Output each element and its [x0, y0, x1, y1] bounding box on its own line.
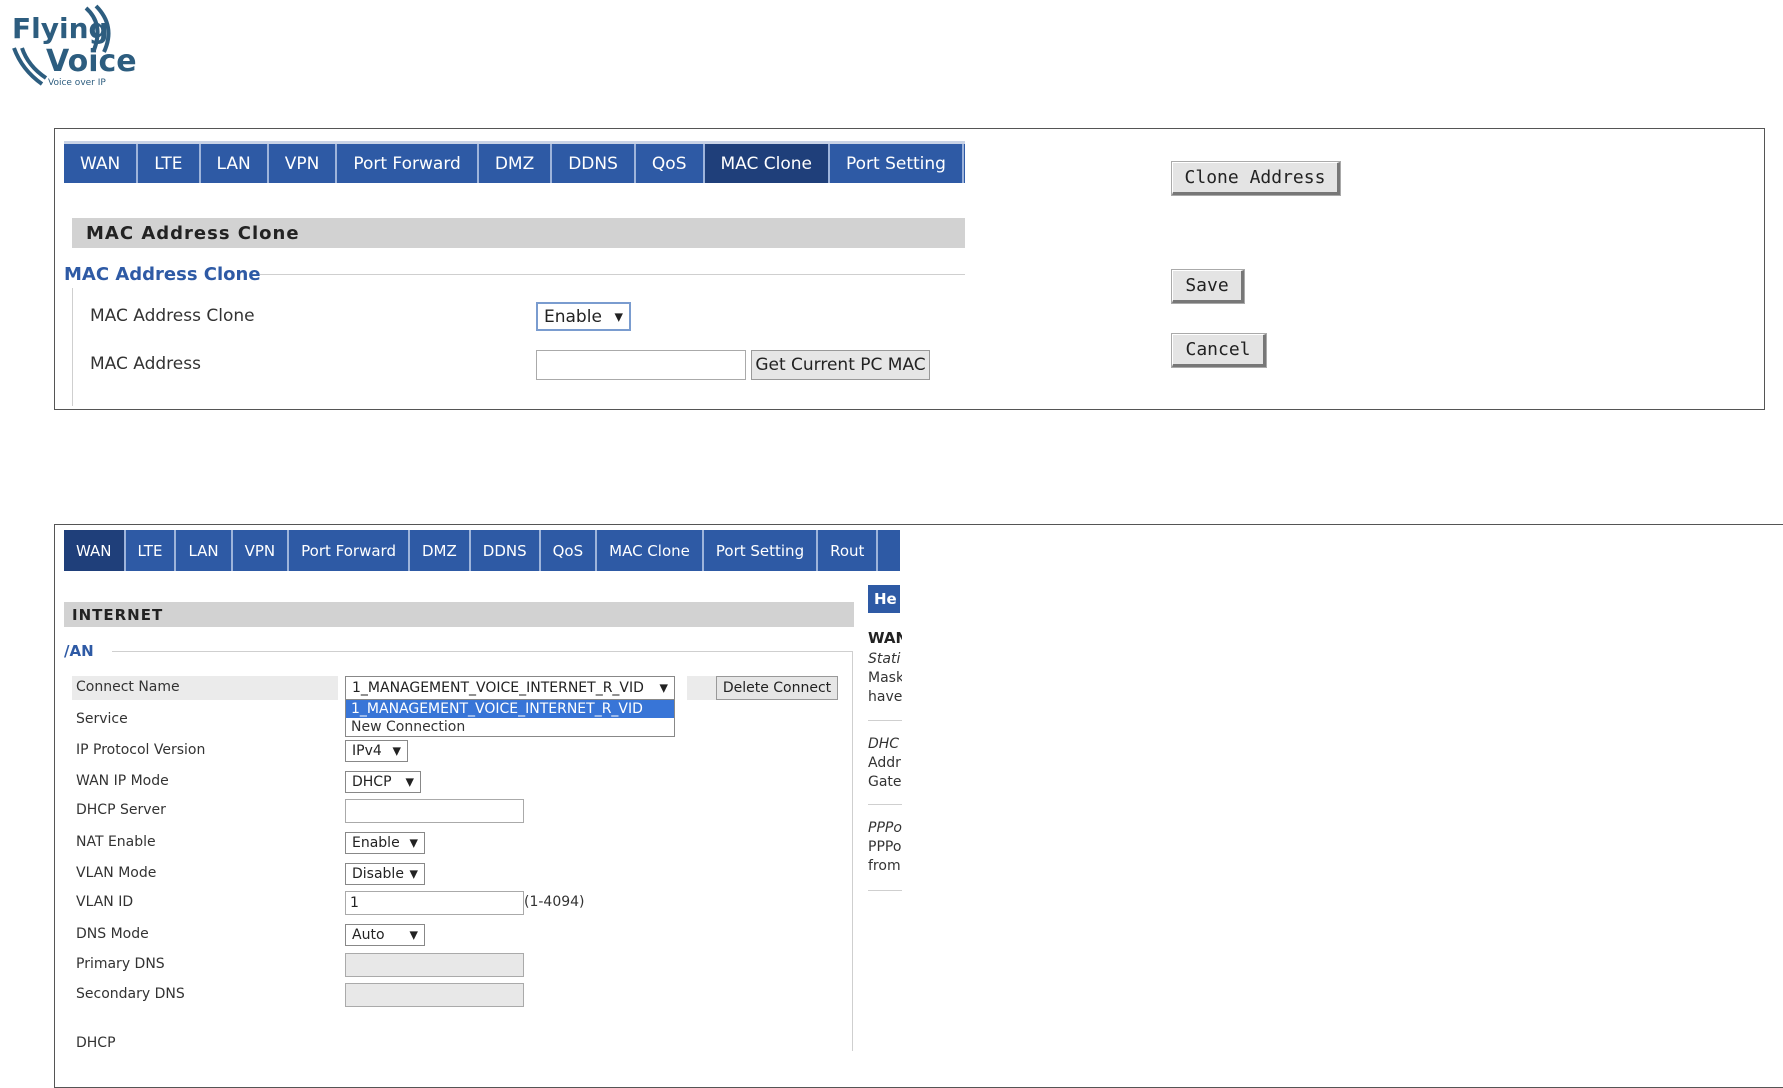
- vlan-mode-value: Disable: [352, 866, 404, 882]
- tab-port-forward[interactable]: Port Forward: [337, 144, 479, 183]
- wan-ip-mode-value: DHCP: [352, 774, 392, 790]
- help-header: He: [868, 585, 900, 613]
- vlan-id-input[interactable]: 1: [345, 891, 524, 915]
- fieldset-border: [72, 288, 73, 406]
- fieldset-divider: [112, 651, 852, 652]
- flying-voice-logo: Flying Voice Voice over IP: [8, 4, 137, 92]
- dhcp-server-label: DHCP Server: [76, 802, 166, 818]
- tab-ddns[interactable]: DDNS: [471, 530, 541, 571]
- mac-clone-select-value: Enable: [544, 306, 602, 327]
- wan-ip-mode-label: WAN IP Mode: [76, 773, 169, 789]
- primary-dns-label: Primary DNS: [76, 956, 165, 972]
- fieldset-right-border: [852, 651, 853, 1051]
- connect-name-select[interactable]: 1_MANAGEMENT_VOICE_INTERNET_R_VID ▼: [345, 676, 675, 700]
- tab-mac-clone[interactable]: MAC Clone: [704, 144, 830, 183]
- save-button[interactable]: Save: [1172, 270, 1244, 303]
- chevron-down-icon: ▼: [409, 867, 418, 881]
- dhcp-section-label: DHCP: [76, 1035, 116, 1051]
- tab-rout[interactable]: Rout: [818, 530, 879, 571]
- vlan-mode-select[interactable]: Disable ▼: [345, 863, 425, 885]
- help-divider: [868, 890, 902, 891]
- help-divider: [868, 720, 902, 721]
- chevron-down-icon: ▼: [409, 928, 418, 942]
- secondary-dns-input[interactable]: [345, 983, 524, 1007]
- help-heading: WAN: [868, 629, 902, 647]
- help-text-line: PPPo: [868, 820, 902, 836]
- dhcp-server-input[interactable]: [345, 799, 524, 823]
- delete-connect-button[interactable]: Delete Connect: [716, 676, 838, 700]
- tab-vpn[interactable]: VPN: [269, 144, 338, 183]
- tab-mac-clone[interactable]: MAC Clone: [597, 530, 704, 571]
- help-divider: [868, 804, 902, 805]
- help-text-line: Stati: [868, 651, 901, 667]
- clone-address-button[interactable]: Clone Address: [1172, 162, 1340, 195]
- help-text-line: Mask: [868, 670, 902, 686]
- tab-qos[interactable]: QoS: [541, 530, 598, 571]
- help-text-line: from: [868, 858, 901, 874]
- tab-lte[interactable]: LTE: [126, 530, 177, 571]
- logo-tagline: Voice over IP: [48, 78, 106, 88]
- mac-clone-label: MAC Address Clone: [90, 306, 255, 326]
- tab-lte[interactable]: LTE: [138, 144, 201, 183]
- logo-word-flying: Flying: [12, 12, 109, 45]
- secondary-dns-label: Secondary DNS: [76, 986, 185, 1002]
- tab-dmz[interactable]: DMZ: [410, 530, 471, 571]
- fieldset-title-wan: /AN: [64, 642, 94, 660]
- dropdown-option[interactable]: 1_MANAGEMENT_VOICE_INTERNET_R_VID: [346, 700, 674, 718]
- wan-ip-mode-select[interactable]: DHCP ▼: [345, 771, 421, 793]
- fieldset-title: MAC Address Clone: [64, 264, 261, 285]
- tab-qos[interactable]: QoS: [636, 144, 705, 183]
- chevron-down-icon: ▼: [392, 744, 401, 758]
- primary-dns-input[interactable]: [345, 953, 524, 977]
- ip-protocol-select[interactable]: IPv4 ▼: [345, 740, 408, 762]
- vlan-id-range-hint: (1-4094): [524, 894, 585, 910]
- nat-enable-label: NAT Enable: [76, 834, 156, 850]
- help-text-line: Addr: [868, 755, 901, 771]
- chevron-down-icon: ▼: [405, 775, 414, 789]
- connect-name-dropdown-list: 1_MANAGEMENT_VOICE_INTERNET_R_VID New Con…: [345, 699, 675, 737]
- tab-port-forward[interactable]: Port Forward: [289, 530, 410, 571]
- tab-lan[interactable]: LAN: [176, 530, 233, 571]
- vlan-mode-label: VLAN Mode: [76, 865, 157, 881]
- help-text-line: DHC: [868, 736, 900, 752]
- chevron-down-icon: ▼: [659, 681, 668, 695]
- logo-word-voice: Voice: [46, 44, 137, 79]
- tab-lan[interactable]: LAN: [201, 144, 269, 183]
- dns-mode-select[interactable]: Auto ▼: [345, 924, 425, 946]
- tab-dmz[interactable]: DMZ: [479, 144, 553, 183]
- help-text-line: Gate: [868, 774, 902, 790]
- section-header-internet: INTERNET: [64, 602, 854, 627]
- mac-address-label: MAC Address: [90, 354, 201, 374]
- connect-name-select-value: 1_MANAGEMENT_VOICE_INTERNET_R_VID: [352, 680, 644, 696]
- fieldset-divider: [260, 274, 965, 275]
- ip-protocol-value: IPv4: [352, 743, 382, 759]
- help-text-line: PPPo: [868, 839, 902, 855]
- ip-protocol-label: IP Protocol Version: [76, 742, 206, 758]
- cancel-button[interactable]: Cancel: [1172, 334, 1266, 367]
- nav-tabs: WAN LTE LAN VPN Port Forward DMZ DDNS QoS MAC Cl…: [64, 141, 965, 183]
- mac-address-input[interactable]: [536, 350, 746, 380]
- connect-name-label: Connect Name: [76, 679, 180, 695]
- tab-port-setting[interactable]: Port Setting: [830, 144, 964, 183]
- mac-clone-select[interactable]: Enable ▼: [536, 302, 631, 331]
- dns-mode-value: Auto: [352, 927, 385, 943]
- section-header: MAC Address Clone: [72, 218, 965, 248]
- vlan-id-label: VLAN ID: [76, 894, 134, 910]
- nav-tabs-wan: WAN LTE LAN VPN Port Forward DMZ DDNS QoS MAC Cl…: [64, 530, 900, 571]
- tab-vpn[interactable]: VPN: [233, 530, 290, 571]
- help-text-line: have: [868, 689, 902, 705]
- nat-enable-select[interactable]: Enable ▼: [345, 832, 425, 854]
- nat-enable-value: Enable: [352, 835, 400, 851]
- tab-wan[interactable]: WAN: [64, 530, 126, 571]
- get-current-pc-mac-button[interactable]: Get Current PC MAC: [751, 350, 930, 380]
- tab-wan[interactable]: WAN: [64, 144, 139, 183]
- dropdown-option[interactable]: New Connection: [346, 718, 674, 736]
- service-label: Service: [76, 711, 128, 727]
- chevron-down-icon: ▼: [614, 310, 623, 323]
- dns-mode-label: DNS Mode: [76, 926, 149, 942]
- tab-port-setting[interactable]: Port Setting: [704, 530, 819, 571]
- chevron-down-icon: ▼: [409, 836, 418, 850]
- tab-ddns[interactable]: DDNS: [552, 144, 636, 183]
